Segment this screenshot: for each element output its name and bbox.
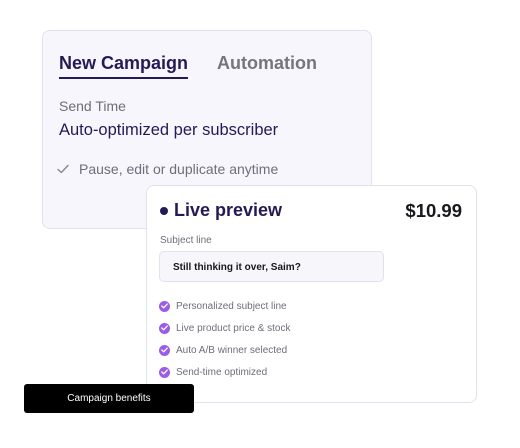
campaign-feature-label: Pause, edit or duplicate anytime — [79, 161, 279, 177]
tab-automation[interactable]: Automation — [217, 53, 317, 74]
subject-line-label: Subject line — [160, 235, 212, 246]
check-circle-icon — [159, 366, 170, 378]
tab-new-campaign[interactable]: New Campaign — [59, 53, 189, 79]
check-circle-icon — [159, 344, 170, 356]
check-icon — [57, 164, 69, 174]
list-item: Personalized subject line — [159, 295, 291, 317]
live-preview-card: Live preview $10.99 Subject line Still t… — [146, 185, 477, 403]
live-preview-title: Live preview — [160, 200, 282, 221]
send-time-label: Send Time — [59, 98, 126, 114]
list-item: Auto A/B winner selected — [159, 339, 291, 361]
campaign-feature: Pause, edit or duplicate anytime — [57, 161, 278, 177]
list-item: Send-time optimized — [159, 361, 291, 383]
subject-line-field[interactable]: Still thinking it over, Saim? — [159, 251, 384, 282]
send-time-value: Auto-optimized per subscriber — [59, 121, 279, 139]
check-circle-icon — [159, 322, 170, 334]
tab-new-campaign-label: New Campaign — [59, 53, 189, 73]
tooltip-label: Campaign benefits — [67, 393, 151, 404]
active-tab-underline — [59, 77, 189, 79]
live-dot-icon — [160, 206, 168, 215]
list-item-label: Live product price & stock — [176, 322, 291, 334]
preview-feature-list: Personalized subject line Live product p… — [159, 295, 291, 383]
list-item-label: Send-time optimized — [176, 366, 268, 378]
campaign-benefits-tooltip: Campaign benefits — [24, 384, 194, 413]
check-circle-icon — [159, 300, 170, 312]
list-item-label: Auto A/B winner selected — [176, 344, 288, 356]
live-preview-title-text: Live preview — [174, 200, 283, 220]
price: $10.99 — [405, 200, 462, 221]
list-item: Live product price & stock — [159, 317, 291, 339]
list-item-label: Personalized subject line — [176, 300, 287, 312]
